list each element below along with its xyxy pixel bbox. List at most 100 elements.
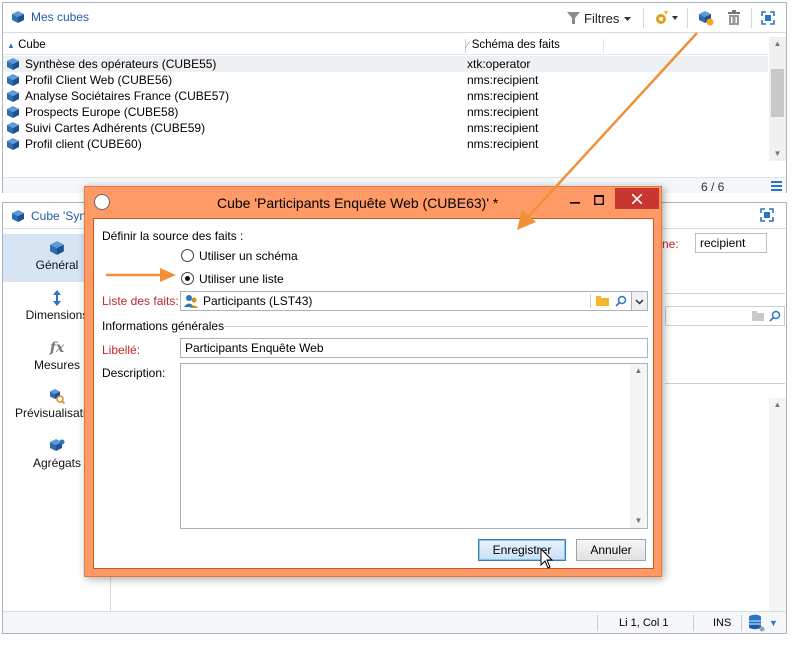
vertical-arrows-icon bbox=[53, 290, 61, 306]
description-label: Description: bbox=[102, 366, 166, 380]
dialog-title: Cube 'Participants Enquête Web (CUBE63)'… bbox=[217, 195, 499, 211]
cube-icon bbox=[7, 138, 19, 150]
new-cube-icon bbox=[699, 11, 714, 26]
cube-icon bbox=[7, 74, 19, 86]
description-scrollbar[interactable]: ▲ ▼ bbox=[630, 364, 647, 528]
divider bbox=[665, 383, 785, 384]
label-field-value: Participants Enquête Web bbox=[185, 341, 324, 355]
chevron-down-icon bbox=[635, 298, 644, 305]
delete-button[interactable] bbox=[725, 9, 743, 27]
expand-icon bbox=[761, 11, 775, 25]
search-icon bbox=[769, 310, 781, 322]
scroll-up-icon[interactable]: ▲ bbox=[769, 398, 786, 412]
new-cube-button[interactable] bbox=[697, 9, 715, 27]
table-row[interactable]: Profil client (CUBE60) nms:recipient bbox=[3, 136, 768, 152]
cancel-button[interactable]: Annuler bbox=[576, 539, 646, 561]
radio-use-schema[interactable] bbox=[181, 249, 194, 262]
close-icon bbox=[632, 193, 642, 204]
cube-icon bbox=[7, 122, 19, 134]
facts-schema: nms:recipient bbox=[467, 137, 539, 151]
maximize-button[interactable] bbox=[587, 191, 611, 209]
radio-use-schema-label: Utiliser un schéma bbox=[199, 249, 298, 263]
table-row[interactable]: Analyse Sociétaires France (CUBE57) nms:r… bbox=[3, 88, 768, 104]
menu-lines-icon[interactable] bbox=[771, 181, 782, 193]
cube-name: Prospects Europe (CUBE58) bbox=[25, 105, 179, 119]
toolbar-separator bbox=[751, 8, 752, 28]
maximize-detail-button[interactable] bbox=[760, 208, 774, 225]
cube-icon bbox=[7, 58, 19, 70]
source-label: Définir la source des faits : bbox=[102, 229, 244, 243]
table-row[interactable]: Prospects Europe (CUBE58) nms:recipient bbox=[3, 104, 768, 120]
maximize-panel-button[interactable] bbox=[759, 9, 777, 27]
filters-label: Filtres bbox=[584, 10, 620, 26]
divider bbox=[665, 293, 785, 294]
list-users-icon bbox=[184, 295, 198, 308]
panel-title: Mes cubes bbox=[11, 10, 89, 24]
minimize-button[interactable] bbox=[563, 191, 587, 209]
status-bar: Li 1, Col 1 INS ▼ bbox=[3, 611, 786, 633]
detail-title: Cube 'Syn bbox=[11, 209, 86, 223]
scroll-down-icon[interactable]: ▼ bbox=[769, 147, 786, 161]
field-separator bbox=[590, 294, 591, 308]
funnel-icon bbox=[567, 11, 580, 24]
schema-field[interactable]: recipient bbox=[695, 233, 767, 253]
status-separator bbox=[597, 615, 598, 631]
detail-scrollbar[interactable]: ▲ bbox=[769, 398, 786, 612]
status-separator bbox=[693, 615, 694, 631]
label-field-label: Libellé: bbox=[102, 343, 141, 357]
trash-icon bbox=[728, 10, 740, 25]
insert-mode: INS bbox=[713, 617, 732, 629]
cube-name: Suivi Cartes Adhérents (CUBE59) bbox=[25, 121, 206, 135]
table-row[interactable]: Suivi Cartes Adhérents (CUBE59) nms:recip… bbox=[3, 120, 768, 136]
cubes-list-panel: Mes cubes Filtres ▲ Cube ⁄ Schéma des fa… bbox=[2, 2, 787, 194]
facts-schema: nms:recipient bbox=[467, 121, 539, 135]
gear-new-icon bbox=[656, 11, 678, 24]
cube-icon bbox=[7, 90, 19, 102]
detail-title-label: Cube 'Syn bbox=[31, 209, 86, 223]
record-count: 6 / 6 bbox=[701, 180, 725, 194]
folder-icon bbox=[752, 311, 764, 321]
dialog-titlebar[interactable]: Cube 'Participants Enquête Web (CUBE63)'… bbox=[85, 187, 661, 218]
cube-name: Synthèse des opérateurs (CUBE55) bbox=[25, 57, 217, 71]
cube-icon bbox=[50, 241, 64, 255]
chevron-down-icon bbox=[624, 16, 632, 21]
table-row[interactable]: Profil Client Web (CUBE56) nms:recipient bbox=[3, 72, 768, 88]
chevron-down-icon[interactable]: ▼ bbox=[769, 618, 778, 628]
facts-list-label: Liste des faits: bbox=[102, 294, 179, 308]
radio-use-list[interactable] bbox=[181, 272, 194, 285]
dialog-body: Définir la source des faits : Utiliser u… bbox=[93, 218, 654, 569]
label-field[interactable]: Participants Enquête Web bbox=[180, 338, 648, 358]
facts-schema: nms:recipient bbox=[467, 73, 539, 87]
cubes-grid-scrollbar[interactable]: ▲ ▼ bbox=[769, 37, 786, 161]
column-header-schema[interactable]: ⁄ Schéma des faits bbox=[467, 39, 560, 51]
filters-button[interactable]: Filtres bbox=[563, 8, 636, 28]
cube-icon bbox=[7, 106, 19, 118]
facts-list-dropdown[interactable] bbox=[631, 292, 647, 310]
cube-icon bbox=[12, 210, 24, 222]
column-separator bbox=[603, 39, 604, 53]
cursor-position: Li 1, Col 1 bbox=[619, 617, 669, 629]
scroll-thumb[interactable] bbox=[771, 69, 784, 117]
scroll-up-icon[interactable]: ▲ bbox=[769, 37, 786, 51]
search-icon[interactable] bbox=[615, 295, 627, 307]
column-header-cube[interactable]: ▲ Cube bbox=[7, 39, 46, 51]
new-workflow-button[interactable] bbox=[651, 9, 681, 27]
hidden-input-field[interactable] bbox=[665, 306, 785, 326]
fx-icon: fx bbox=[49, 340, 65, 356]
table-row[interactable]: Synthèse des opérateurs (CUBE55) xtk:oper… bbox=[3, 56, 768, 72]
radio-use-list-label: Utiliser une liste bbox=[199, 272, 284, 286]
grid-header: ▲ Cube ⁄ Schéma des faits bbox=[3, 37, 768, 55]
close-button[interactable] bbox=[615, 188, 659, 209]
facts-schema: nms:recipient bbox=[467, 89, 539, 103]
cubes-toolbar: Mes cubes Filtres bbox=[3, 3, 786, 33]
scroll-up-icon[interactable]: ▲ bbox=[630, 364, 647, 378]
cube-search-icon bbox=[50, 389, 65, 404]
description-textarea[interactable]: ▲ ▼ bbox=[180, 363, 648, 529]
mouse-cursor-icon bbox=[540, 548, 554, 569]
facts-list-field[interactable]: Participants (LST43) bbox=[180, 291, 648, 311]
folder-icon[interactable] bbox=[596, 295, 609, 307]
cube-name: Profil client (CUBE60) bbox=[25, 137, 142, 151]
scroll-down-icon[interactable]: ▼ bbox=[630, 514, 647, 528]
general-info-heading: Informations générales bbox=[102, 319, 225, 333]
database-icon bbox=[749, 614, 765, 632]
